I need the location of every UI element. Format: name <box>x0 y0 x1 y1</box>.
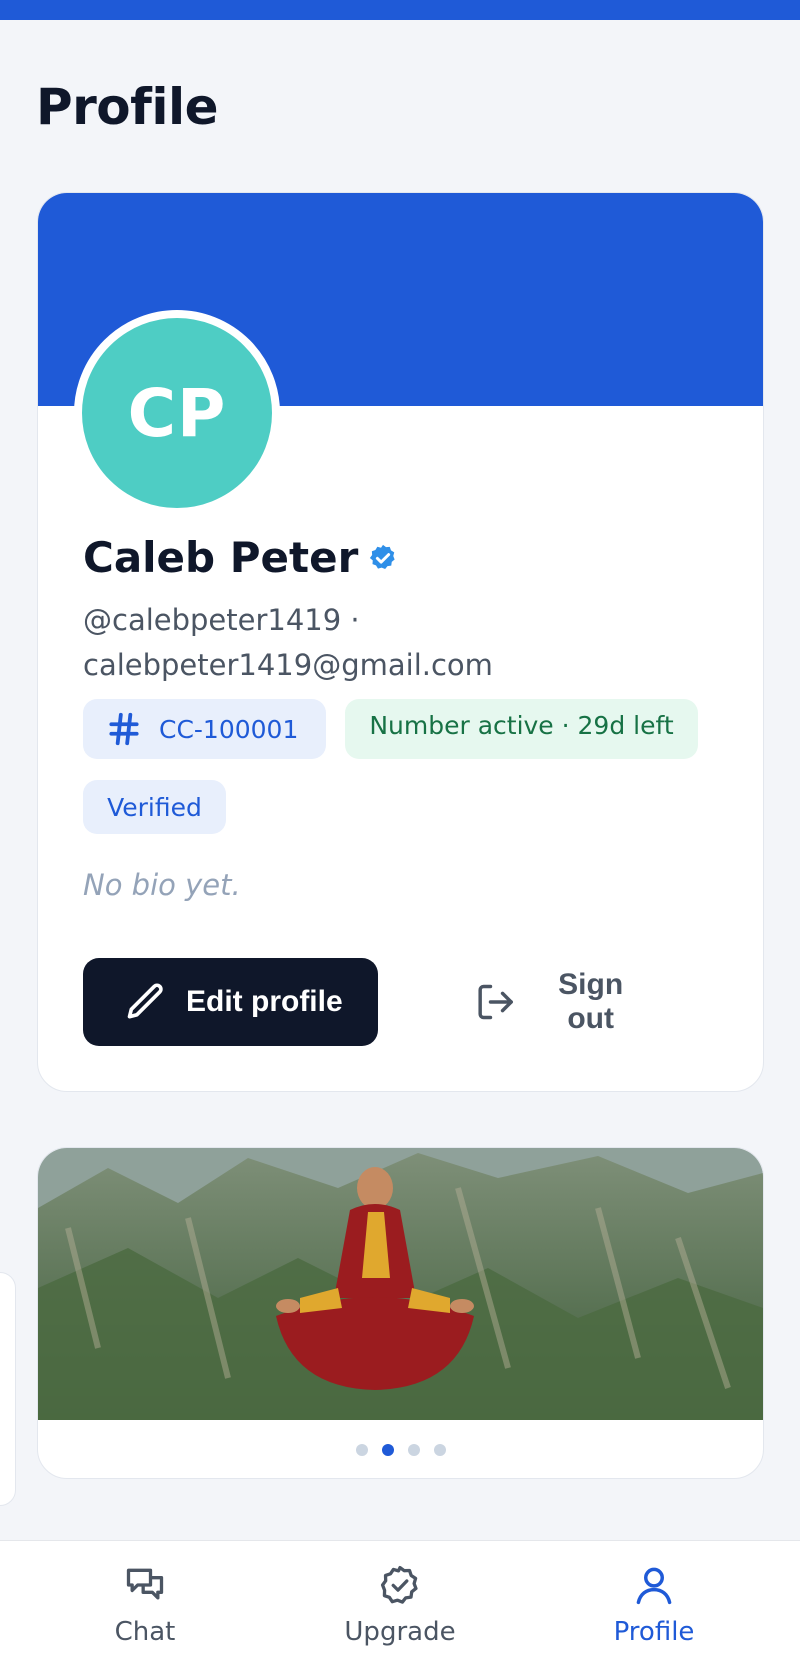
top-status-bar <box>0 0 800 20</box>
verified-check-icon <box>370 544 395 569</box>
nav-item-profile[interactable]: Profile <box>554 1563 754 1647</box>
page-title: Profile <box>36 78 219 136</box>
carousel-pagination <box>38 1444 763 1456</box>
sign-out-label: Sign out <box>558 968 624 1035</box>
verified-badge: Verified <box>83 780 226 834</box>
user-id-badge: CC-100001 <box>83 699 326 759</box>
carousel-dot[interactable] <box>381 1444 394 1456</box>
carousel-dot[interactable] <box>433 1444 446 1456</box>
nav-item-chat[interactable]: Chat <box>45 1563 245 1647</box>
nav-chat-label: Chat <box>114 1617 176 1647</box>
number-status-badge: Number active · 29d left <box>345 699 698 759</box>
image-carousel[interactable] <box>37 1147 764 1479</box>
contact-info: @calebpeter1419 · calebpeter1419@gmail.c… <box>83 598 683 688</box>
profile-email: calebpeter1419@gmail.com <box>83 648 493 682</box>
profile-bio: No bio yet. <box>83 868 241 902</box>
user-icon <box>636 1567 672 1605</box>
nav-profile-label: Profile <box>613 1617 695 1647</box>
profile-name: Caleb Peter <box>83 533 359 582</box>
badge-check-icon <box>380 1565 418 1604</box>
sign-out-button[interactable]: Sign out <box>423 958 653 1046</box>
pencil-icon <box>127 983 163 1019</box>
side-panel-edge[interactable] <box>0 1272 16 1506</box>
user-id-label: CC-100001 <box>159 714 299 744</box>
profile-card: CP Caleb Peter @calebpeter1419 · calebpe… <box>37 192 764 1092</box>
nav-upgrade-label: Upgrade <box>344 1617 456 1647</box>
avatar[interactable]: CP <box>74 310 280 516</box>
avatar-initials: CP <box>127 374 227 452</box>
sign-out-icon <box>478 984 513 1020</box>
carousel-dot[interactable] <box>407 1444 420 1456</box>
nav-item-upgrade[interactable]: Upgrade <box>300 1563 500 1647</box>
edit-profile-label: Edit profile <box>186 985 343 1018</box>
hash-icon <box>109 712 139 746</box>
bottom-nav: Chat Upgrade Profile <box>0 1540 800 1669</box>
name-row: Caleb Peter <box>83 533 398 582</box>
carousel-dot[interactable] <box>355 1444 368 1456</box>
chat-icon <box>126 1568 164 1600</box>
edit-profile-button[interactable]: Edit profile <box>83 958 378 1046</box>
carousel-slide-image <box>38 1148 763 1420</box>
profile-handle: @calebpeter1419 · <box>83 603 360 637</box>
